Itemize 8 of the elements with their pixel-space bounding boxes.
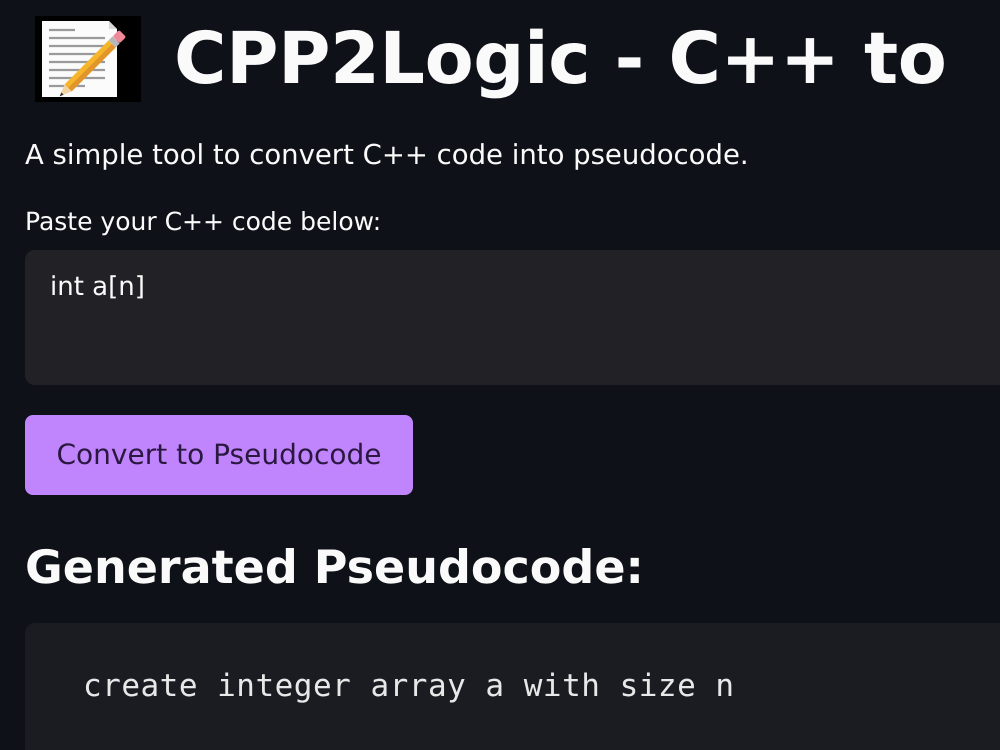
section-heading: Generated Pseudocode: [25,542,645,593]
convert-button[interactable]: Convert to Pseudocode [25,415,413,495]
code-text: create integer array a with size n [83,668,735,704]
page-title: CPP2Logic - C++ to [174,16,947,102]
notepad-pencil-icon [35,16,141,102]
description-text: A simple tool to convert C++ code into pseudocode. [25,138,750,173]
code-input-field[interactable]: int a[n] [25,250,1000,385]
field-label: Paste your C++ code below: [25,206,382,238]
